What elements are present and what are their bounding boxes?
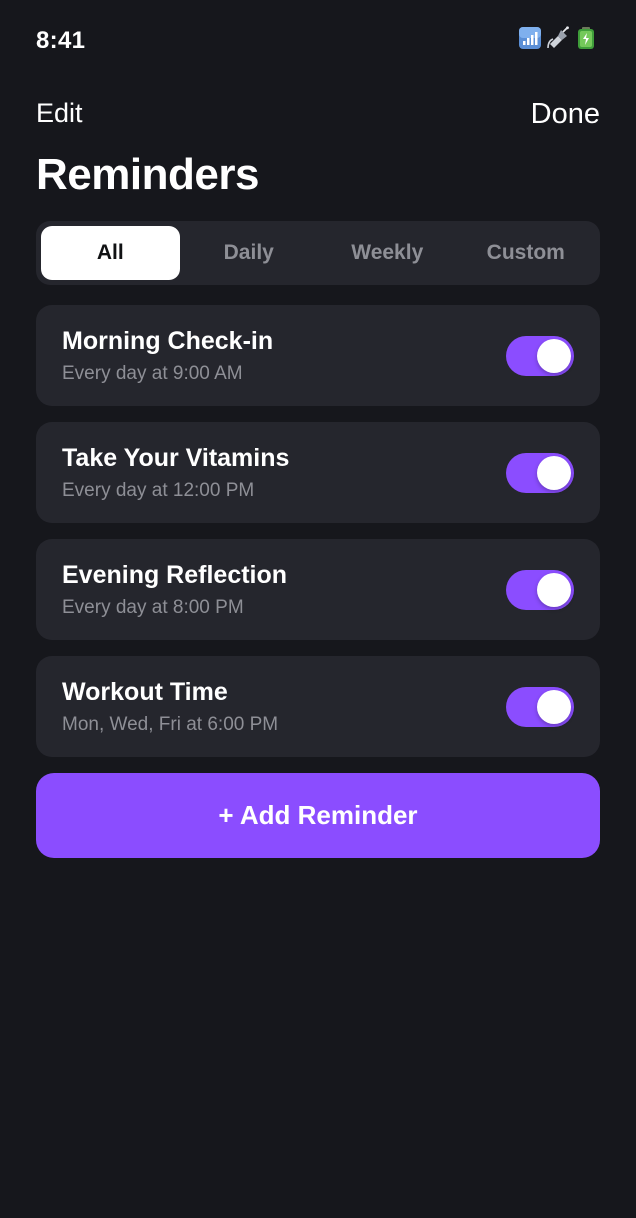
reminder-schedule: Every day at 12:00 PM <box>62 480 255 501</box>
toggle-knob <box>537 456 571 490</box>
add-reminder-button[interactable]: + Add Reminder <box>36 773 600 858</box>
reminder-title: Take Your Vitamins <box>62 444 290 472</box>
status-bar: 8:41 <box>0 0 636 80</box>
reminder-toggle[interactable] <box>506 570 574 610</box>
reminder-title: Workout Time <box>62 678 228 706</box>
status-icons <box>518 26 598 50</box>
reminder-schedule: Every day at 8:00 PM <box>62 597 244 618</box>
status-time: 8:41 <box>36 27 86 54</box>
reminder-card[interactable]: Workout Time Mon, Wed, Fri at 6:00 PM <box>36 656 600 757</box>
toggle-knob <box>537 339 571 373</box>
toggle-knob <box>537 573 571 607</box>
reminder-schedule: Every day at 9:00 AM <box>62 363 243 384</box>
segment-weekly[interactable]: Weekly <box>318 226 457 280</box>
reminder-toggle[interactable] <box>506 336 574 376</box>
done-button[interactable]: Done <box>531 98 600 131</box>
reminder-schedule: Mon, Wed, Fri at 6:00 PM <box>62 714 279 735</box>
reminders-screen: 8:41 Edit Done Reminders All Daily Weekl… <box>0 0 636 1218</box>
reminder-card[interactable]: Take Your Vitamins Every day at 12:00 PM <box>36 422 600 523</box>
battery-icon <box>578 27 594 49</box>
toggle-knob <box>537 690 571 724</box>
page-title: Reminders <box>36 150 259 199</box>
segment-custom[interactable]: Custom <box>457 226 596 280</box>
reminder-toggle[interactable] <box>506 687 574 727</box>
segment-all[interactable]: All <box>41 226 180 280</box>
reminder-card[interactable]: Morning Check-in Every day at 9:00 AM <box>36 305 600 406</box>
satellite-icon <box>547 26 569 49</box>
reminder-title: Morning Check-in <box>62 327 274 355</box>
reminder-title: Evening Reflection <box>62 561 288 589</box>
signal-icon <box>519 27 541 49</box>
edit-button[interactable]: Edit <box>36 98 83 129</box>
reminder-toggle[interactable] <box>506 453 574 493</box>
reminder-card[interactable]: Evening Reflection Every day at 8:00 PM <box>36 539 600 640</box>
filter-segmented-control: All Daily Weekly Custom <box>36 221 600 285</box>
segment-daily[interactable]: Daily <box>180 226 319 280</box>
